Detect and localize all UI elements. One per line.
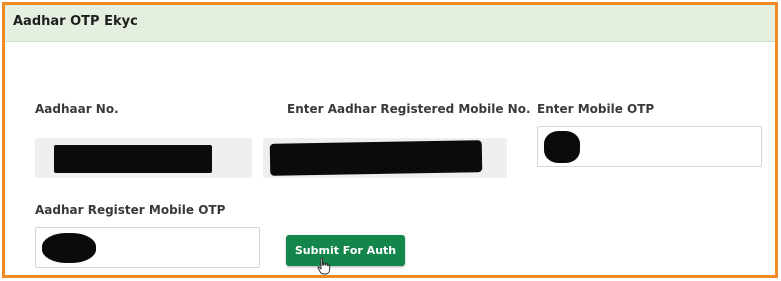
redacted-value [269,140,483,176]
register-mobile-otp-input[interactable] [35,227,260,268]
aadhaar-no-label: Aadhaar No. [35,102,119,116]
aadhaar-no-field[interactable] [35,138,252,178]
mobile-otp-label: Enter Mobile OTP [537,102,655,116]
ekyc-panel: Aadhar OTP Ekyc Aadhaar No. Enter Aadhar… [2,2,778,278]
registered-mobile-label: Enter Aadhar Registered Mobile No. [287,102,531,116]
panel-header: Aadhar OTP Ekyc [5,5,775,42]
registered-mobile-field[interactable] [263,138,507,178]
register-mobile-otp-label: Aadhar Register Mobile OTP [35,203,226,217]
redacted-value [42,233,96,263]
mobile-otp-input[interactable] [537,126,762,167]
submit-for-auth-button[interactable]: Submit For Auth [286,235,405,266]
panel-title: Aadhar OTP Ekyc [13,14,138,29]
redacted-value [544,131,580,163]
redacted-value [54,145,212,173]
hand-pointer-icon [317,257,331,275]
